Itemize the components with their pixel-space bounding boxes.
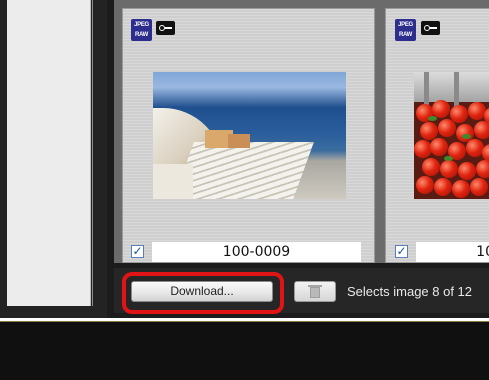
app-window: JPEG RAW ✓ 100-0009 JPEG RAW ✓ 1 Downloa… [0, 0, 489, 380]
thumbnail-image[interactable] [414, 72, 489, 199]
filename-label: 100-0009 [152, 242, 361, 262]
select-checkbox[interactable]: ✓ [131, 245, 144, 258]
thumbnail-label-row: ✓ 100-0009 [123, 242, 376, 264]
download-button[interactable]: Download... [131, 281, 273, 302]
footer-area [0, 322, 489, 380]
thumbnail-card[interactable]: JPEG RAW ✓ 100-0009 [122, 8, 375, 263]
selection-status: Selects image 8 of 12 [347, 284, 473, 299]
thumbnail-card[interactable]: JPEG RAW ✓ 1 [385, 8, 489, 263]
key-icon [421, 21, 440, 35]
pane-divider[interactable] [92, 0, 93, 306]
jpeg-raw-icon: JPEG RAW [131, 19, 152, 41]
thumbnail-label-row: ✓ 10 [386, 242, 489, 264]
delete-button[interactable] [294, 281, 336, 302]
key-icon [156, 21, 175, 35]
filename-label: 10 [416, 242, 489, 262]
thumbnail-image[interactable] [153, 72, 346, 199]
trash-icon-body [310, 287, 320, 298]
folder-pane[interactable] [7, 0, 91, 306]
jpeg-raw-icon: JPEG RAW [395, 19, 416, 41]
select-checkbox[interactable]: ✓ [395, 245, 408, 258]
